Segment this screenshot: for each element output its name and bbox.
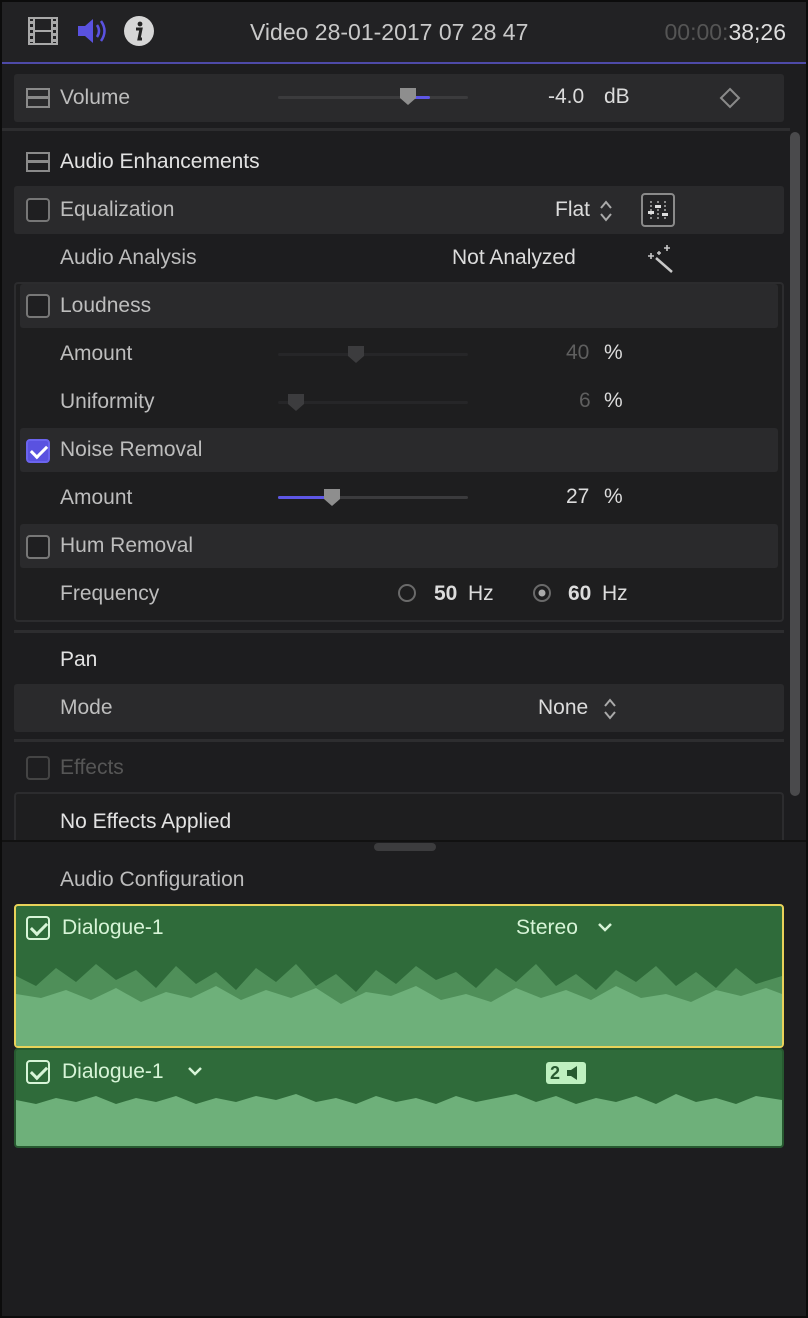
hum-removal-label: Hum Removal [60,534,194,557]
pan-mode-row [14,684,784,732]
volume-label: Volume [60,86,131,109]
audio-enhancements-title: Audio Enhancements [60,150,260,173]
effects-checkbox[interactable] [26,756,50,780]
section-divider [14,739,784,742]
timecode-main: 38;26 [728,19,786,45]
loudness-amount-value[interactable]: 40 [566,341,589,365]
volume-slider[interactable] [278,96,468,99]
uniformity-value[interactable]: 6 [579,389,591,413]
noise-amount-value[interactable]: 27 [566,485,589,509]
clip-2-checkbox[interactable] [26,1060,50,1084]
volume-unit: dB [604,85,630,108]
clip-2-label[interactable]: Dialogue-1 [62,1060,164,1084]
equalization-value[interactable]: Flat [555,198,590,222]
equalization-checkbox[interactable] [26,198,50,222]
clip-1-label: Dialogue-1 [62,916,164,939]
frequency-label: Frequency [60,582,160,605]
noise-amount-label: Amount [60,486,133,509]
channel-badge-number: 2 [550,1063,561,1083]
option-60-value: 60 [568,582,592,605]
uniformity-unit: % [604,389,623,412]
audio-analysis-label: Audio Analysis [60,246,197,269]
noise-amount-unit: % [604,485,623,508]
eq-settings-icon[interactable] [641,193,675,232]
noise-removal-label: Noise Removal [60,438,203,461]
loudness-checkbox[interactable] [26,294,50,318]
collapse-icon[interactable] [26,152,50,177]
no-effects-text: No Effects Applied [60,810,232,833]
loudness-label: Loudness [60,294,152,317]
pan-mode-label: Mode [60,696,113,719]
chevron-down-icon[interactable] [596,920,614,939]
loudness-amount-knob[interactable] [346,344,366,364]
waveform-2 [16,1094,782,1146]
radio-60hz[interactable] [532,583,552,608]
noise-amount-knob[interactable] [322,487,342,507]
clip-1-channel[interactable]: Stereo [516,916,578,940]
clip-title: Video 28-01-2017 07 28 47 [250,19,529,45]
loudness-amount-slider[interactable] [278,353,468,356]
volume-slider-knob[interactable] [398,86,418,106]
resize-handle[interactable] [374,843,436,851]
speaker-icon[interactable] [76,14,110,48]
noise-amount-fill [278,496,328,499]
effects-label: Effects [60,756,124,779]
chevron-down-icon[interactable] [186,1064,204,1083]
info-icon[interactable] [122,14,156,48]
option-50-value: 50 [434,582,458,605]
loudness-amount-unit: % [604,341,623,364]
inspector-header: Video 28-01-2017 07 28 47 00:00:38;26 [0,0,808,64]
collapse-icon[interactable] [26,88,50,113]
option-60-unit: Hz [602,582,628,605]
stepper-icon[interactable] [603,697,617,726]
loudness-amount-label: Amount [60,342,133,365]
keyframe-icon[interactable] [719,87,741,114]
uniformity-knob[interactable] [286,392,306,412]
timecode-dim: 00:00: [664,19,729,45]
audio-config-title: Audio Configuration [60,868,245,891]
pan-mode-value[interactable]: None [538,696,588,720]
inspector-scrollbar[interactable] [790,132,800,796]
speaker-icon [566,1065,582,1086]
uniformity-slider[interactable] [278,401,468,404]
clip-1-checkbox[interactable] [26,916,50,940]
section-divider [14,630,784,633]
hum-removal-checkbox[interactable] [26,535,50,559]
stepper-icon[interactable] [599,199,613,228]
uniformity-label: Uniformity [60,390,155,413]
equalization-label: Equalization [60,198,175,221]
option-50-unit: Hz [468,582,494,605]
pan-title: Pan [60,648,98,671]
audio-analysis-value: Not Analyzed [452,246,576,269]
noise-removal-checkbox[interactable] [26,439,50,463]
channel-badge: 2 [546,1062,586,1084]
section-divider [0,128,790,131]
radio-50hz[interactable] [397,583,417,608]
magic-wand-icon[interactable] [642,244,676,279]
waveform-1 [16,964,782,1046]
volume-value[interactable]: -4.0 [548,85,584,109]
film-icon[interactable] [26,14,60,48]
timecode: 00:00:38;26 [664,19,786,46]
